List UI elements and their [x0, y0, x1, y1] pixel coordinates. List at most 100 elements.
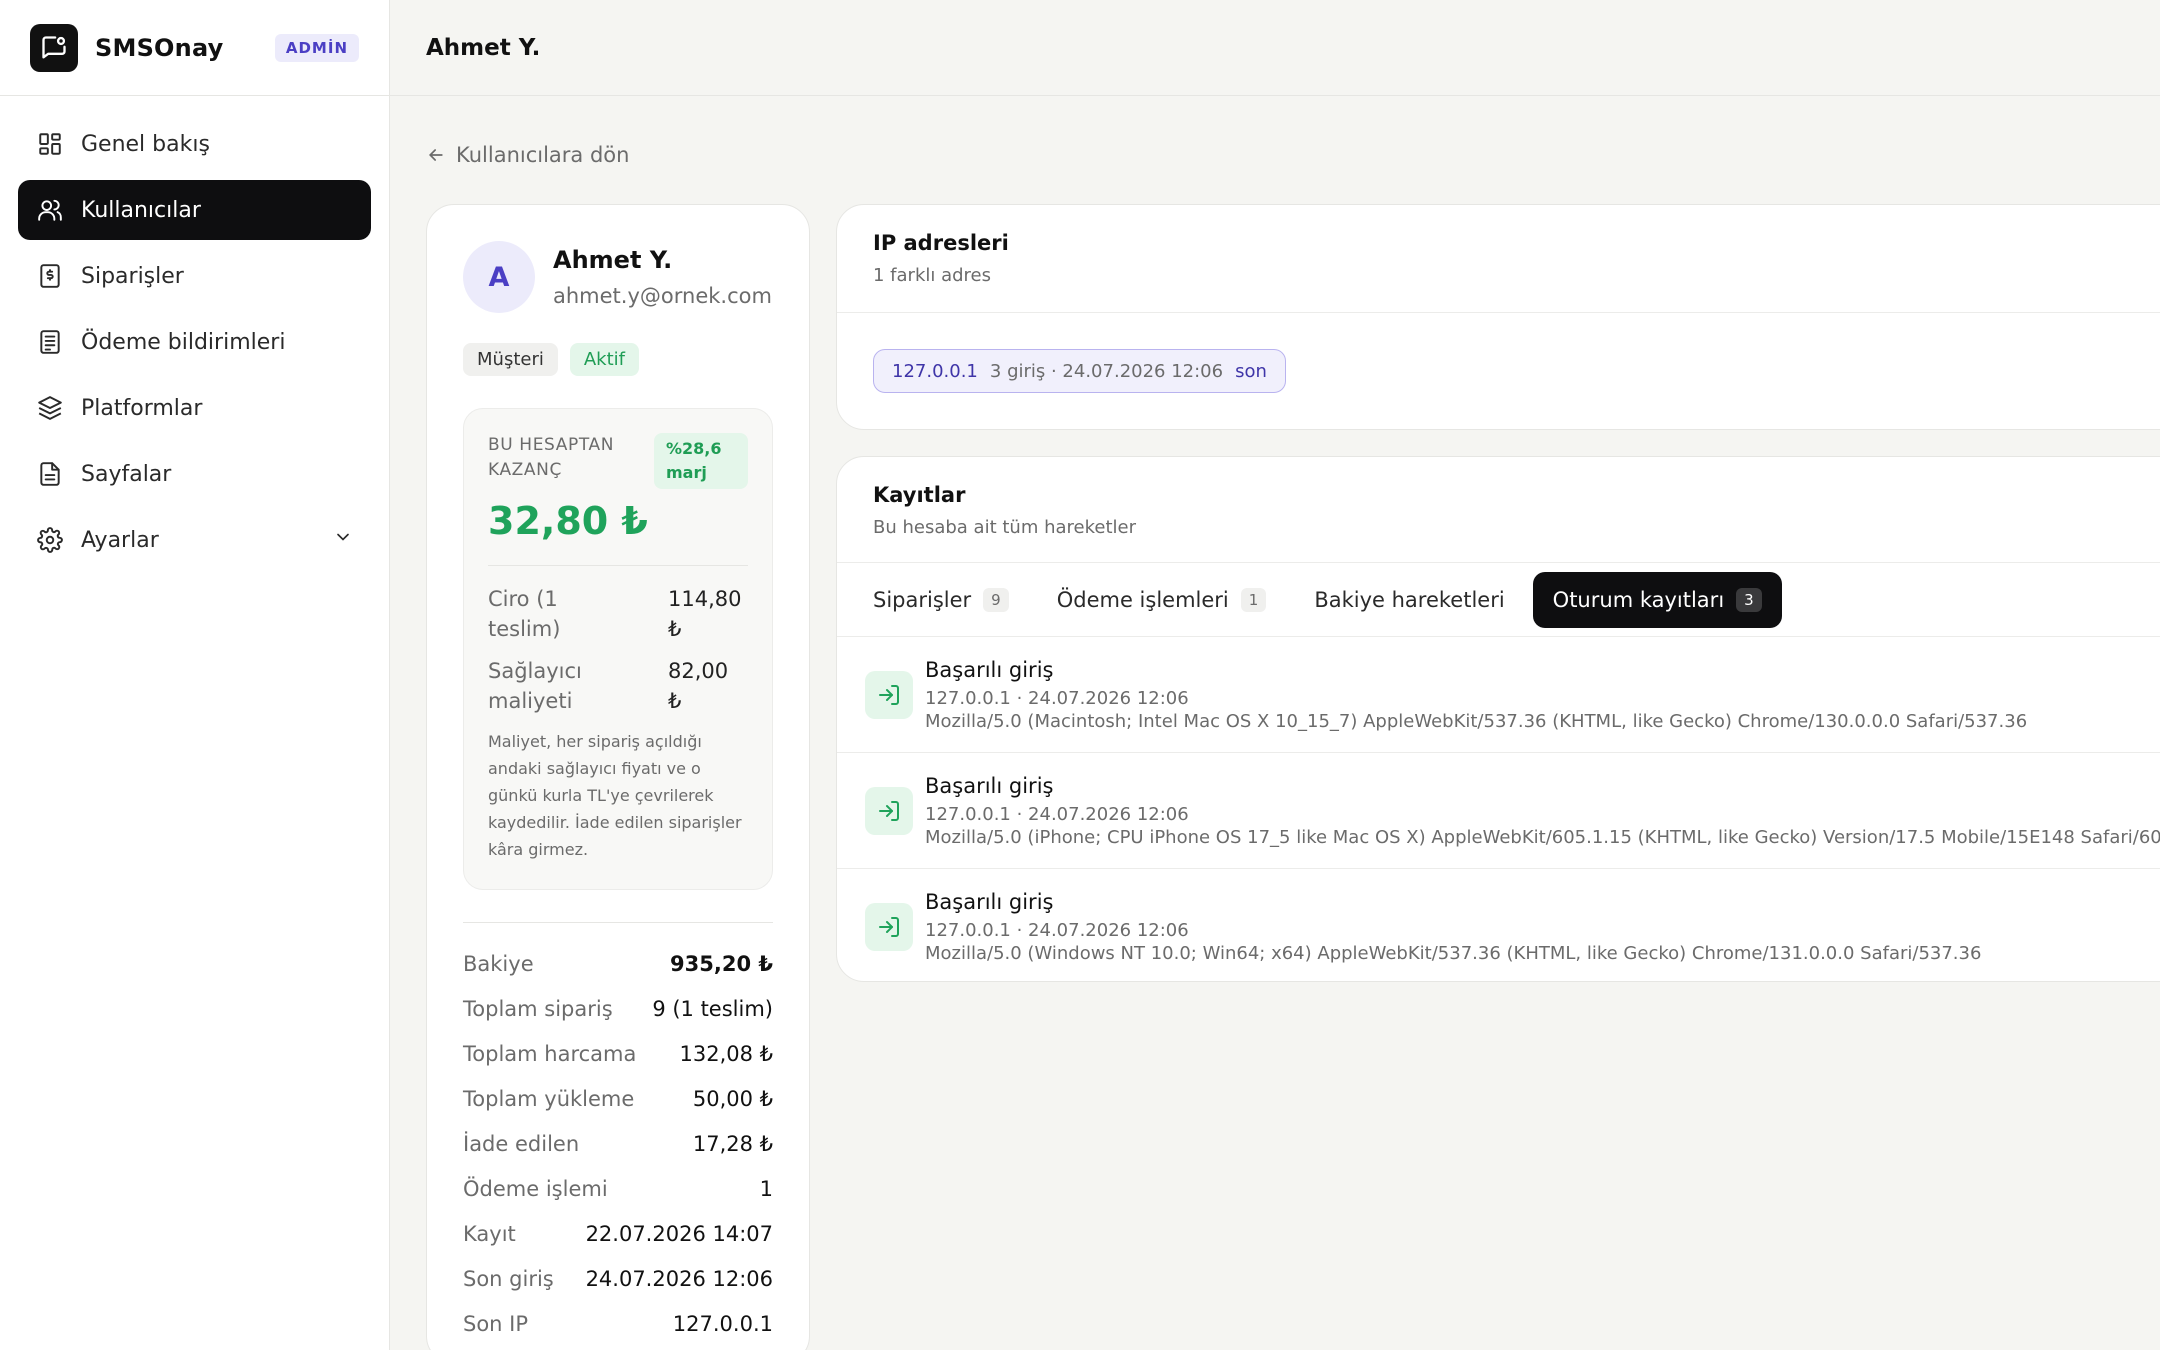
stat-value: 24.07.2026 12:06	[585, 1266, 773, 1291]
tab-label: Bakiye hareketleri	[1314, 587, 1505, 612]
stat-value: 9 (1 teslim)	[652, 996, 773, 1021]
records-card: Kayıtlar Bu hesaba ait tüm hareketler Si…	[836, 456, 2160, 982]
gear-icon	[36, 526, 64, 554]
ip-last-tag: son	[1235, 360, 1267, 382]
chevron-down-icon[interactable]	[333, 527, 353, 553]
role-badge: Müşteri	[463, 343, 558, 376]
avatar: A	[463, 241, 535, 313]
tab-count-badge: 1	[1240, 587, 1267, 612]
stat-value: 17,28 ₺	[692, 1131, 773, 1156]
stat-value: 50,00 ₺	[692, 1086, 773, 1111]
sidebar-item-pages[interactable]: Sayfalar	[18, 444, 371, 504]
login-icon	[865, 786, 913, 835]
card-title: IP adresleri	[873, 231, 1009, 255]
log-user-agent: Mozilla/5.0 (Windows NT 10.0; Win64; x64…	[925, 943, 1982, 964]
sidebar-item-payment-notifications[interactable]: Ödeme bildirimleri	[18, 312, 371, 372]
ip-addresses-card: IP adresleri 1 farklı adres 127.0.0.1 3 …	[836, 204, 2160, 430]
stat-row: Bakiye 935,20 ₺	[463, 941, 773, 986]
log-meta: 127.0.0.1 · 24.07.2026 12:06	[925, 920, 1189, 941]
back-to-users-link[interactable]: Kullanıcılara dön	[426, 143, 629, 167]
earnings-row-value: 82,00 ₺	[668, 659, 729, 713]
document-list-icon	[36, 328, 64, 356]
records-tabs: Siparişler 9 Ödeme işlemleri 1 Bakiye ha…	[837, 563, 2160, 637]
tab-session-logs[interactable]: Oturum kayıtları 3	[1532, 571, 1782, 628]
divider	[463, 922, 773, 923]
sidebar-item-settings[interactable]: Ayarlar	[18, 510, 371, 570]
sidebar-item-overview[interactable]: Genel bakış	[18, 114, 371, 174]
sidebar-nav: Genel bakış Kullanıcılar Siparişler Ödem…	[0, 96, 389, 594]
stat-value: 935,20 ₺	[670, 951, 773, 976]
login-icon	[865, 670, 913, 719]
receipt-icon	[36, 262, 64, 290]
log-meta: 127.0.0.1 · 24.07.2026 12:06	[925, 803, 1189, 825]
stat-label: Kayıt	[463, 1221, 516, 1246]
sidebar-item-platforms[interactable]: Platformlar	[18, 378, 371, 438]
sidebar-item-label: Genel bakış	[81, 131, 210, 157]
tab-payment-transactions[interactable]: Ödeme işlemleri 1	[1037, 572, 1287, 628]
margin-badge: %28,6 marj	[654, 433, 748, 489]
stat-label: Son giriş	[463, 1266, 554, 1291]
profile-header: A Ahmet Y. ahmet.y@ornek.com	[463, 241, 773, 313]
grid-icon	[36, 130, 64, 158]
stat-row: Son giriş 24.07.2026 12:06	[463, 1256, 773, 1301]
stat-label: İade edilen	[463, 1131, 580, 1156]
divider	[488, 565, 748, 566]
sidebar-item-label: Kullanıcılar	[81, 197, 201, 223]
sidebar-item-label: Platformlar	[81, 395, 203, 421]
stat-label: Bakiye	[463, 951, 534, 976]
status-badge: Aktif	[569, 343, 639, 376]
ip-meta: 3 giriş · 24.07.2026 12:06	[989, 360, 1224, 382]
user-email: ahmet.y@ornek.com	[553, 284, 772, 308]
tab-balance-movements[interactable]: Bakiye hareketleri	[1294, 572, 1524, 628]
stat-row: Ödeme işlemi 1	[463, 1166, 773, 1211]
tab-count-badge: 9	[983, 587, 1009, 612]
layers-icon	[36, 394, 64, 422]
earnings-row-label: Sağlayıcı maliyeti	[488, 659, 582, 713]
card-title: Kayıtlar	[873, 483, 966, 507]
stat-row: Toplam harcama 132,08 ₺	[463, 1031, 773, 1076]
earnings-row-label: Ciro (1 teslim)	[488, 587, 561, 641]
log-title: Başarılı giriş	[925, 657, 1054, 682]
sidebar-item-users[interactable]: Kullanıcılar	[18, 180, 371, 240]
tab-count-badge: 3	[1736, 587, 1762, 612]
ip-address: 127.0.0.1	[892, 360, 978, 382]
log-meta: 127.0.0.1 · 24.07.2026 12:06	[925, 687, 1189, 709]
sidebar-item-label: Ayarlar	[81, 527, 159, 553]
earnings-label: BU HESAPTAN KAZANÇ	[488, 435, 615, 480]
log-title: Başarılı giriş	[925, 890, 1054, 914]
sidebar-item-orders[interactable]: Siparişler	[18, 246, 371, 306]
stat-row: Toplam yükleme 50,00 ₺	[463, 1076, 773, 1121]
stat-label: Toplam harcama	[463, 1041, 637, 1066]
tab-label: Siparişler	[873, 587, 972, 612]
sidebar-item-label: Ödeme bildirimleri	[81, 329, 286, 355]
top-bar: Ahmet Y.	[390, 0, 2160, 96]
brand-header: SMSOnay ADMİN	[0, 0, 389, 96]
sidebar-item-label: Sayfalar	[81, 461, 172, 487]
stat-label: Toplam sipariş	[463, 996, 613, 1021]
log-title: Başarılı giriş	[925, 773, 1054, 798]
tab-label: Ödeme işlemleri	[1056, 587, 1229, 612]
stat-row: İade edilen 17,28 ₺	[463, 1121, 773, 1166]
stat-value: 22.07.2026 14:07	[585, 1221, 773, 1246]
earnings-row-value: 114,80 ₺	[668, 587, 742, 641]
stat-value: 127.0.0.1	[672, 1311, 773, 1336]
ip-address-chip[interactable]: 127.0.0.1 3 giriş · 24.07.2026 12:06 son	[873, 349, 1286, 393]
admin-badge: ADMİN	[274, 33, 359, 62]
stat-label: Son IP	[463, 1311, 529, 1336]
user-name: Ahmet Y.	[553, 246, 673, 274]
stat-row: Son IP 127.0.0.1	[463, 1301, 773, 1346]
users-icon	[36, 196, 64, 224]
card-subtitle: Bu hesaba ait tüm hareketler	[873, 517, 1136, 538]
file-icon	[36, 460, 64, 488]
tab-orders[interactable]: Siparişler 9	[853, 572, 1029, 628]
earnings-note: Maliyet, her sipariş açıldığı andaki sağ…	[488, 732, 742, 859]
back-link-label: Kullanıcılara dön	[456, 143, 630, 167]
stat-label: Ödeme işlemi	[463, 1176, 608, 1201]
stat-value: 1	[759, 1176, 773, 1201]
list-item: Başarılı giriş 127.0.0.1 · 24.07.2026 12…	[837, 637, 2160, 753]
brand-logo-icon[interactable]	[30, 23, 78, 72]
brand-name[interactable]: SMSOnay	[95, 34, 223, 62]
arrow-left-icon	[426, 145, 446, 165]
earnings-amount: 32,80 ₺	[488, 499, 648, 543]
list-item: Başarılı giriş 127.0.0.1 · 24.07.2026 12…	[837, 753, 2160, 869]
